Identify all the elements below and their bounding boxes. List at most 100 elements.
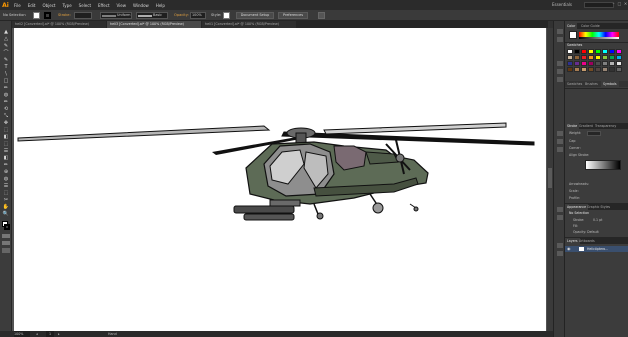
width-tool-icon[interactable]: ✥	[2, 120, 10, 126]
appearance-stroke-weight[interactable]: 0.1 pt	[593, 218, 602, 223]
next-artboard-icon[interactable]: ▸	[58, 331, 60, 337]
tab-artboards[interactable]: Artboards	[577, 238, 597, 244]
swatch[interactable]	[581, 49, 587, 54]
gradient-preview[interactable]	[585, 160, 621, 170]
stroke-swatch[interactable]	[44, 12, 51, 19]
swatch[interactable]	[581, 55, 587, 60]
swatch[interactable]	[602, 61, 608, 66]
screen-mode-icon[interactable]	[2, 248, 10, 253]
swatch[interactable]	[609, 55, 615, 60]
swatch[interactable]	[616, 67, 622, 72]
artboard[interactable]	[14, 28, 546, 331]
tab-symbols[interactable]: Symbols	[601, 81, 619, 87]
swatch[interactable]	[567, 55, 573, 60]
swatch[interactable]	[574, 67, 580, 72]
graphic-style-swatch[interactable]	[223, 12, 230, 19]
prev-artboard-icon[interactable]: ◂	[36, 331, 38, 337]
swatch[interactable]	[609, 61, 615, 66]
layers-panel-icon[interactable]	[557, 243, 563, 248]
swatch[interactable]	[602, 49, 608, 54]
swatch[interactable]	[595, 67, 601, 72]
menu-help[interactable]: Help	[156, 3, 165, 8]
paintbrush-tool-icon[interactable]: ✏	[2, 85, 10, 91]
swatch[interactable]	[616, 55, 622, 60]
slice-tool-icon[interactable]: ✂	[2, 197, 10, 203]
minimize-icon[interactable]: –	[611, 1, 616, 6]
grayscale-ramp[interactable]	[579, 37, 619, 39]
eye-icon[interactable]: ◉	[567, 246, 571, 252]
perspective-grid-tool-icon[interactable]: ⬚	[2, 141, 10, 147]
blob-brush-tool-icon[interactable]: ◍	[2, 92, 10, 98]
brush-definition[interactable]: Basic	[136, 12, 168, 19]
pen-tool-icon[interactable]: ✎	[2, 57, 10, 63]
menu-effect[interactable]: Effect	[98, 3, 110, 8]
maximize-icon[interactable]: □	[617, 1, 622, 6]
transparency-panel-icon[interactable]	[557, 147, 563, 152]
variable-width-profile[interactable]: Uniform	[100, 12, 132, 19]
line-tool-icon[interactable]: \	[2, 71, 10, 77]
appearance-fill-row[interactable]: Fill:	[573, 224, 578, 229]
eraser-tool-icon[interactable]: ✏	[2, 99, 10, 105]
artboard-tool-icon[interactable]: ⬚	[2, 190, 10, 196]
swatch[interactable]	[616, 61, 622, 66]
swatch[interactable]	[616, 49, 622, 54]
hand-tool-icon[interactable]: ✋	[2, 204, 10, 210]
zoom-field[interactable]: 100%	[14, 331, 30, 337]
opacity-field[interactable]: 100%	[190, 12, 206, 19]
swatch[interactable]	[602, 67, 608, 72]
close-icon[interactable]: ✕	[623, 1, 628, 6]
preferences-button[interactable]: Preferences	[278, 12, 308, 19]
swatch[interactable]	[595, 49, 601, 54]
swatch[interactable]	[574, 61, 580, 66]
direct-selection-tool-icon[interactable]: △	[2, 36, 10, 42]
helicopter-illustration[interactable]	[14, 28, 546, 331]
color-fill-icon[interactable]	[569, 31, 577, 39]
free-transform-tool-icon[interactable]: ⬚	[2, 127, 10, 133]
tab-graphic-styles[interactable]: Graphic Styles	[585, 204, 612, 210]
selection-tool-icon[interactable]: ▲	[2, 29, 10, 35]
gradient-panel-icon[interactable]	[557, 139, 563, 144]
menu-select[interactable]: Select	[79, 3, 91, 8]
magic-wand-tool-icon[interactable]: ✎	[2, 43, 10, 49]
swatch[interactable]	[581, 61, 587, 66]
graphic-styles-icon[interactable]	[557, 215, 563, 220]
arrange-icon[interactable]	[318, 12, 325, 19]
menu-file[interactable]: File	[14, 3, 21, 8]
swatch[interactable]	[574, 55, 580, 60]
appearance-panel-icon[interactable]	[557, 207, 563, 212]
search-input[interactable]	[584, 2, 614, 8]
swatch[interactable]	[609, 49, 615, 54]
tab-transparency[interactable]: Transparency	[593, 123, 618, 129]
rectangle-tool-icon[interactable]: □	[2, 78, 10, 84]
color-mode-icon[interactable]	[2, 234, 10, 238]
document-setup-button[interactable]: Document Setup	[236, 12, 274, 19]
menu-edit[interactable]: Edit	[28, 3, 36, 8]
swatches-panel-icon[interactable]	[557, 61, 563, 66]
brushes-panel-icon[interactable]	[557, 69, 563, 74]
swatch[interactable]	[567, 61, 573, 66]
tab-heli1[interactable]: heli1 [Converted].ai* @ 100% (RGB/Previe…	[202, 21, 296, 28]
shape-builder-tool-icon[interactable]: ◧	[2, 134, 10, 140]
swatch[interactable]	[588, 55, 594, 60]
gradient-tool-icon[interactable]: ◧	[2, 155, 10, 161]
layer-name[interactable]: Helicóptero...	[587, 246, 608, 252]
tab-color[interactable]: Color	[565, 23, 578, 29]
swatch[interactable]	[567, 49, 573, 54]
stroke-weight-field[interactable]	[74, 12, 92, 19]
layer-row[interactable]: ◉ Helicóptero...	[565, 246, 628, 252]
color-guide-icon[interactable]	[557, 37, 563, 42]
blend-tool-icon[interactable]: ⊕	[2, 169, 10, 175]
tab-color-guide[interactable]: Color Guide	[579, 23, 602, 29]
stroke-color-icon[interactable]	[4, 224, 10, 230]
swatch[interactable]	[609, 67, 615, 72]
swatch[interactable]	[567, 67, 573, 72]
stroke-panel-icon[interactable]	[557, 131, 563, 136]
menu-object[interactable]: Object	[42, 3, 55, 8]
eyedropper-tool-icon[interactable]: ✏	[2, 162, 10, 168]
symbols-panel-icon[interactable]	[557, 77, 563, 82]
tab-heli3[interactable]: heli3 [Converted].ai* @ 100% (RGB/Previe…	[107, 21, 201, 28]
swatch[interactable]	[588, 49, 594, 54]
rotate-tool-icon[interactable]: ⟲	[2, 106, 10, 112]
scroll-thumb[interactable]	[548, 168, 552, 188]
symbol-sprayer-tool-icon[interactable]: ◍	[2, 176, 10, 182]
